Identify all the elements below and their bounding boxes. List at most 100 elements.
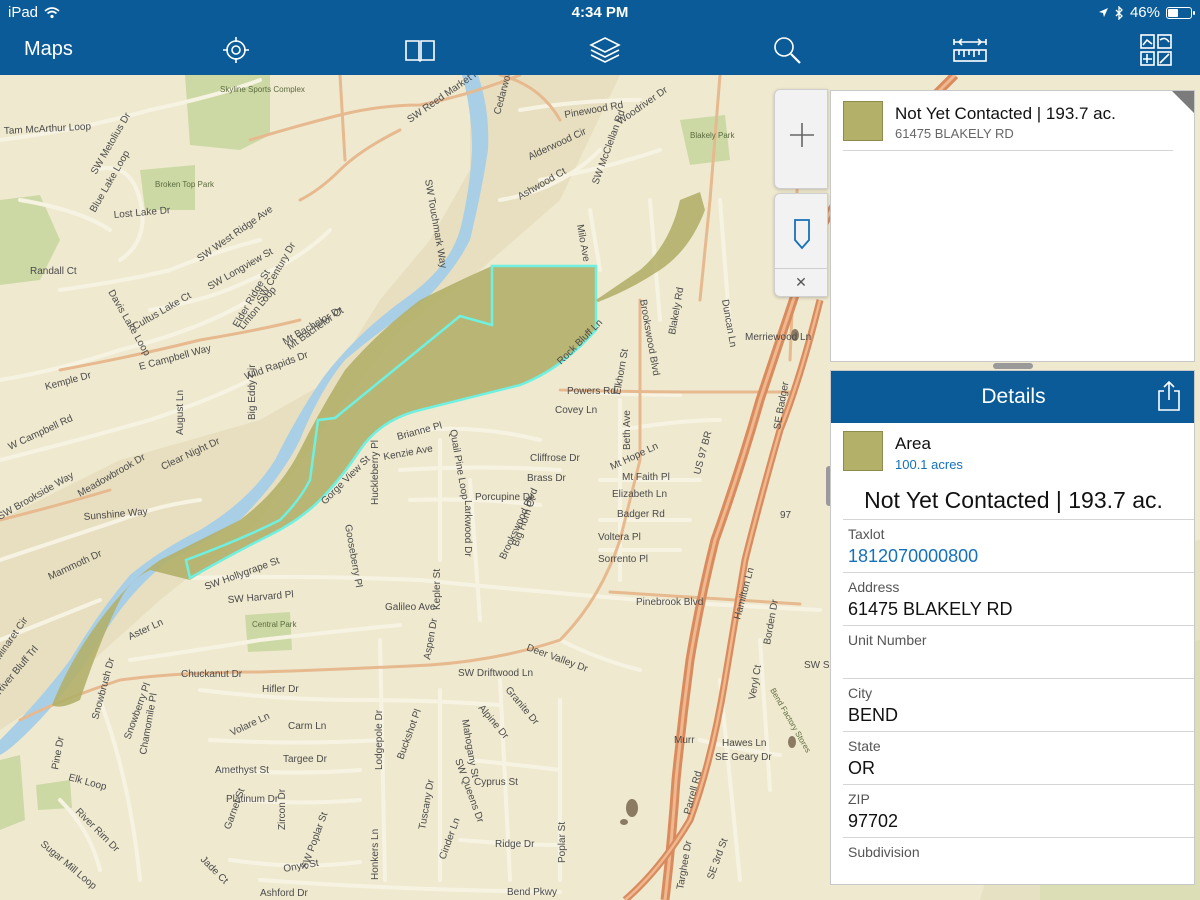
app-toolbar: Maps: [0, 26, 1200, 75]
clock: 4:34 PM: [571, 4, 629, 21]
layers-button[interactable]: [585, 32, 625, 68]
layers-icon: [589, 37, 621, 63]
details-header: Details: [831, 371, 1194, 423]
street-label: Galileo Ave: [385, 602, 436, 613]
street-label: Brass Dr: [527, 473, 567, 484]
street-label: Cyprus St: [474, 777, 518, 788]
street-label: Elizabeth Ln: [612, 489, 667, 500]
field-label: Taxlot: [848, 526, 885, 542]
panel-resize-handle[interactable]: [993, 363, 1033, 369]
field-taxlot: Taxlot 1812070000800: [843, 519, 1194, 572]
pond: [620, 819, 628, 825]
street-label: Bend Pkwy: [507, 887, 557, 898]
close-marker-button[interactable]: ✕: [775, 268, 827, 296]
field-value: 97702: [848, 811, 899, 831]
street-label: Huckleberry Pl: [370, 440, 381, 505]
street-label: Randall Ct: [30, 266, 77, 277]
wifi-icon: [44, 6, 60, 18]
street-label: Ashford Dr: [260, 888, 308, 899]
pond: [788, 736, 796, 748]
field-subdivision: Subdivision: [843, 837, 1194, 884]
street-label: 97: [780, 510, 792, 521]
street-label: Zircon Dr: [277, 788, 288, 830]
street-label: Skyline Sports Complex: [220, 85, 305, 94]
street-label: Pinebrook Blvd: [636, 597, 703, 608]
details-panel: Details Area 100.1 acres Not Yet Contact…: [830, 370, 1195, 885]
share-icon[interactable]: [1156, 380, 1182, 412]
bookmark-book-icon: [405, 40, 435, 62]
status-bar: iPad 4:34 PM 46%: [0, 0, 1200, 26]
area-swatch: [843, 431, 883, 471]
details-title: Details: [981, 385, 1046, 408]
field-zip: ZIP 97702: [843, 784, 1194, 837]
street-label: August Ln: [175, 390, 186, 435]
street-label: Lodgepole Dr: [374, 709, 385, 770]
street-label: Honkers Ln: [370, 829, 381, 880]
field-address: Address 61475 BLAKELY RD: [843, 572, 1194, 625]
battery-icon: [1166, 6, 1195, 19]
street-label: Larkwood Dr: [462, 500, 473, 557]
locate-icon: [223, 37, 249, 63]
bookmarks-button[interactable]: [400, 32, 440, 68]
field-label: Address: [848, 579, 900, 595]
parcel-swatch: [843, 101, 883, 141]
street-label: Cliffrose Dr: [530, 453, 580, 464]
field-label: Subdivision: [848, 844, 920, 860]
battery-level: [1168, 8, 1178, 17]
field-value: OR: [848, 758, 875, 778]
search-icon: [774, 37, 801, 64]
street-label: Poplar St: [557, 822, 568, 863]
taxlot-link[interactable]: 1812070000800: [848, 546, 978, 567]
field-label: Unit Number: [848, 632, 927, 648]
area-row: Area 100.1 acres: [843, 431, 1183, 473]
street-label: Sorrento Pl: [598, 554, 648, 565]
street-label: Covey Ln: [555, 405, 597, 416]
area-label: Area: [895, 434, 931, 453]
field-value: BEND: [848, 705, 899, 725]
street-label: Big Eddy Cir: [247, 364, 258, 420]
street-label: Voltera Pl: [598, 532, 641, 543]
measure-icon: [953, 38, 987, 62]
feature-title: Not Yet Contacted | 193.7 ac.: [864, 487, 1163, 513]
battery-percent: 46%: [1129, 4, 1160, 21]
street-label: Ridge Dr: [495, 839, 535, 850]
marker-pin-icon[interactable]: [792, 218, 812, 250]
street-label: Badger Rd: [617, 509, 665, 520]
park-central: [245, 612, 292, 652]
panel-corner-fold[interactable]: [1172, 91, 1194, 113]
field-state: State OR: [843, 731, 1194, 784]
measure-button[interactable]: [950, 32, 990, 68]
result-title: Not Yet Contacted | 193.7 ac.: [895, 104, 1116, 123]
app-window: iPad 4:34 PM 46% Maps Tam McArthur Loop …: [0, 0, 1200, 900]
street-label: Blakely Park: [690, 131, 735, 140]
street-label: Carm Ln: [288, 721, 326, 732]
field-label: City: [848, 685, 873, 701]
street-label: Powers Rd: [567, 386, 616, 397]
street-label: Hawes Ln: [722, 738, 766, 749]
location-arrow-icon: [1098, 8, 1108, 17]
basemap-button[interactable]: [1136, 32, 1176, 68]
device-name: iPad: [8, 4, 39, 21]
locate-button[interactable]: [216, 32, 256, 68]
street-label: Amethyst St: [215, 765, 269, 776]
search-button[interactable]: [767, 32, 807, 68]
bluetooth-icon: [1115, 5, 1123, 20]
zoom-control[interactable]: [774, 89, 828, 189]
street-label: Mt Faith Pl: [622, 472, 670, 483]
street-label: Beth Ave: [622, 410, 633, 450]
marker-control: ✕: [774, 193, 828, 297]
area-value: 100.1 acres: [895, 457, 963, 472]
pond: [626, 799, 638, 817]
result-list-item[interactable]: Not Yet Contacted | 193.7 ac. 61475 BLAK…: [843, 101, 1173, 151]
street-label: Central Park: [252, 620, 297, 629]
street-label: Broken Top Park: [155, 180, 215, 189]
result-subtitle: 61475 BLAKELY RD: [895, 126, 1014, 141]
street-label: Targee Dr: [283, 754, 328, 765]
street-label: Chuckanut Dr: [181, 669, 243, 680]
results-panel: Not Yet Contacted | 193.7 ac. 61475 BLAK…: [830, 90, 1195, 362]
app-title[interactable]: Maps: [24, 38, 73, 61]
field-label: ZIP: [848, 791, 870, 807]
street-label: SW Driftwood Ln: [458, 668, 533, 679]
zoom-in-icon[interactable]: [789, 122, 815, 148]
street-label: Hifler Dr: [262, 684, 299, 695]
